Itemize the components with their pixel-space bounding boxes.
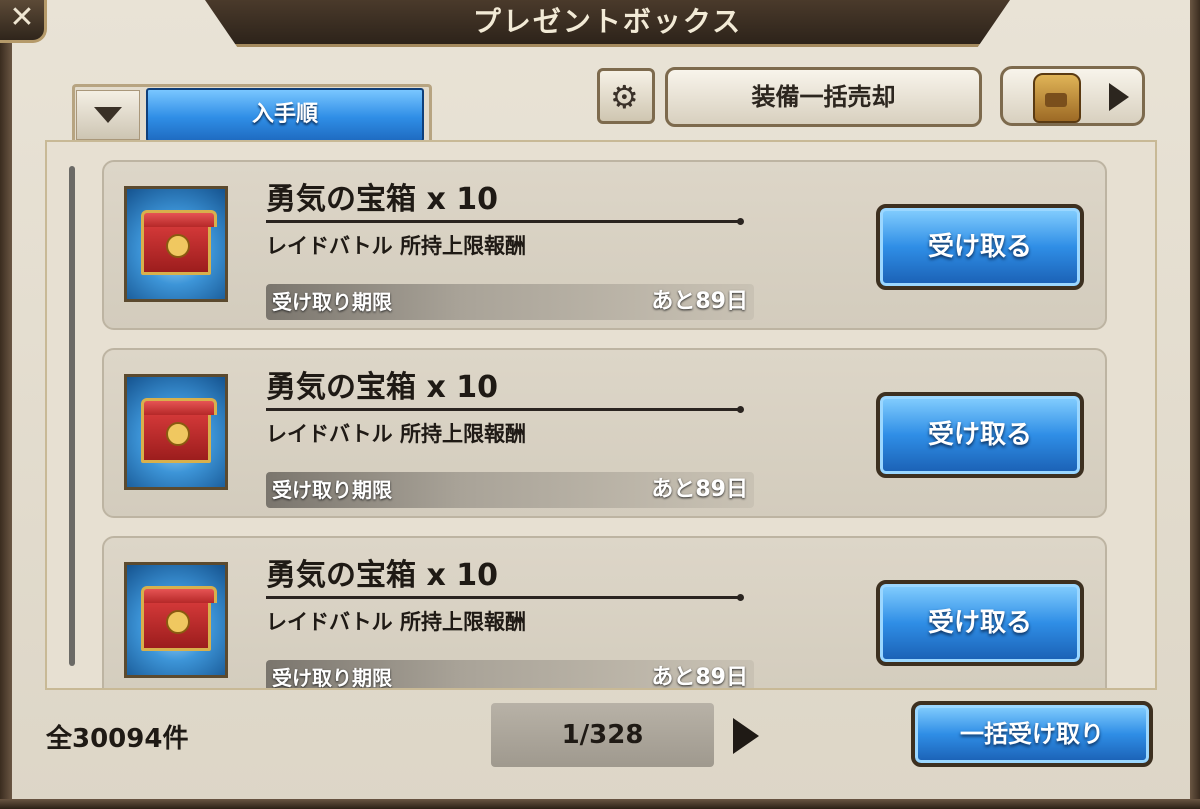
deadline-label: 受け取り期限 [272,478,392,502]
list-scrollbar[interactable] [69,166,75,666]
deadline-label: 受け取り期限 [272,666,392,690]
settings-button[interactable]: ⚙ [597,68,655,124]
item-thumbnail [124,562,228,678]
play-arrow-icon [1109,83,1129,111]
sort-order-label[interactable]: 入手順 [146,88,424,142]
item-source: レイドバトル 所持上限報酬 [266,610,526,634]
deadline-value: あと89日 [651,665,748,690]
deadline-label: 受け取り期限 [272,290,392,314]
page-indicator: 1/328 [491,703,714,767]
frame-edge-left [0,0,12,809]
item-name: 勇気の宝箱 x 10 [266,182,498,217]
receive-button[interactable]: 受け取る [876,204,1084,290]
item-name: 勇気の宝箱 x 10 [266,370,498,405]
deadline-bar: 受け取り期限 あと89日 [266,472,754,508]
frame-edge-right [1190,0,1200,809]
bulk-sell-equipment-button[interactable]: 装備一括売却 [665,67,982,127]
item-source: レイドバトル 所持上限報酬 [266,234,526,258]
deadline-bar: 受け取り期限 あと89日 [266,660,754,690]
close-button[interactable]: ✕ [0,0,47,43]
chevron-down-icon [94,107,122,123]
deadline-value: あと89日 [651,289,748,314]
treasure-chest-icon [141,586,217,651]
backpack-icon [1033,73,1081,123]
divider [266,218,744,225]
present-list: 勇気の宝箱 x 10 レイドバトル 所持上限報酬 受け取り期限 あと89日 受け… [45,140,1157,690]
receive-button[interactable]: 受け取る [876,580,1084,666]
gear-icon: ⚙ [610,78,639,116]
divider [266,594,744,601]
divider [266,406,744,413]
receive-all-button[interactable]: 一括受け取り [911,701,1153,767]
item-name: 勇気の宝箱 x 10 [266,558,498,593]
treasure-chest-icon [141,398,217,463]
deadline-bar: 受け取り期限 あと89日 [266,284,754,320]
next-page-button[interactable] [733,718,759,754]
treasure-chest-icon [141,210,217,275]
present-row: 勇気の宝箱 x 10 レイドバトル 所持上限報酬 受け取り期限 あと89日 受け… [102,536,1107,690]
sort-toggle-button[interactable] [76,90,140,140]
present-row: 勇気の宝箱 x 10 レイドバトル 所持上限報酬 受け取り期限 あと89日 受け… [102,160,1107,330]
inventory-button[interactable] [1000,66,1145,126]
item-thumbnail [124,186,228,302]
receive-button[interactable]: 受け取る [876,392,1084,478]
frame-edge-bottom [0,799,1200,809]
total-count: 全30094件 [46,724,189,754]
window-title: プレゼントボックス [472,5,743,38]
item-source: レイドバトル 所持上限報酬 [266,422,526,446]
deadline-value: あと89日 [651,477,748,502]
item-thumbnail [124,374,228,490]
present-row: 勇気の宝箱 x 10 レイドバトル 所持上限報酬 受け取り期限 あと89日 受け… [102,348,1107,518]
